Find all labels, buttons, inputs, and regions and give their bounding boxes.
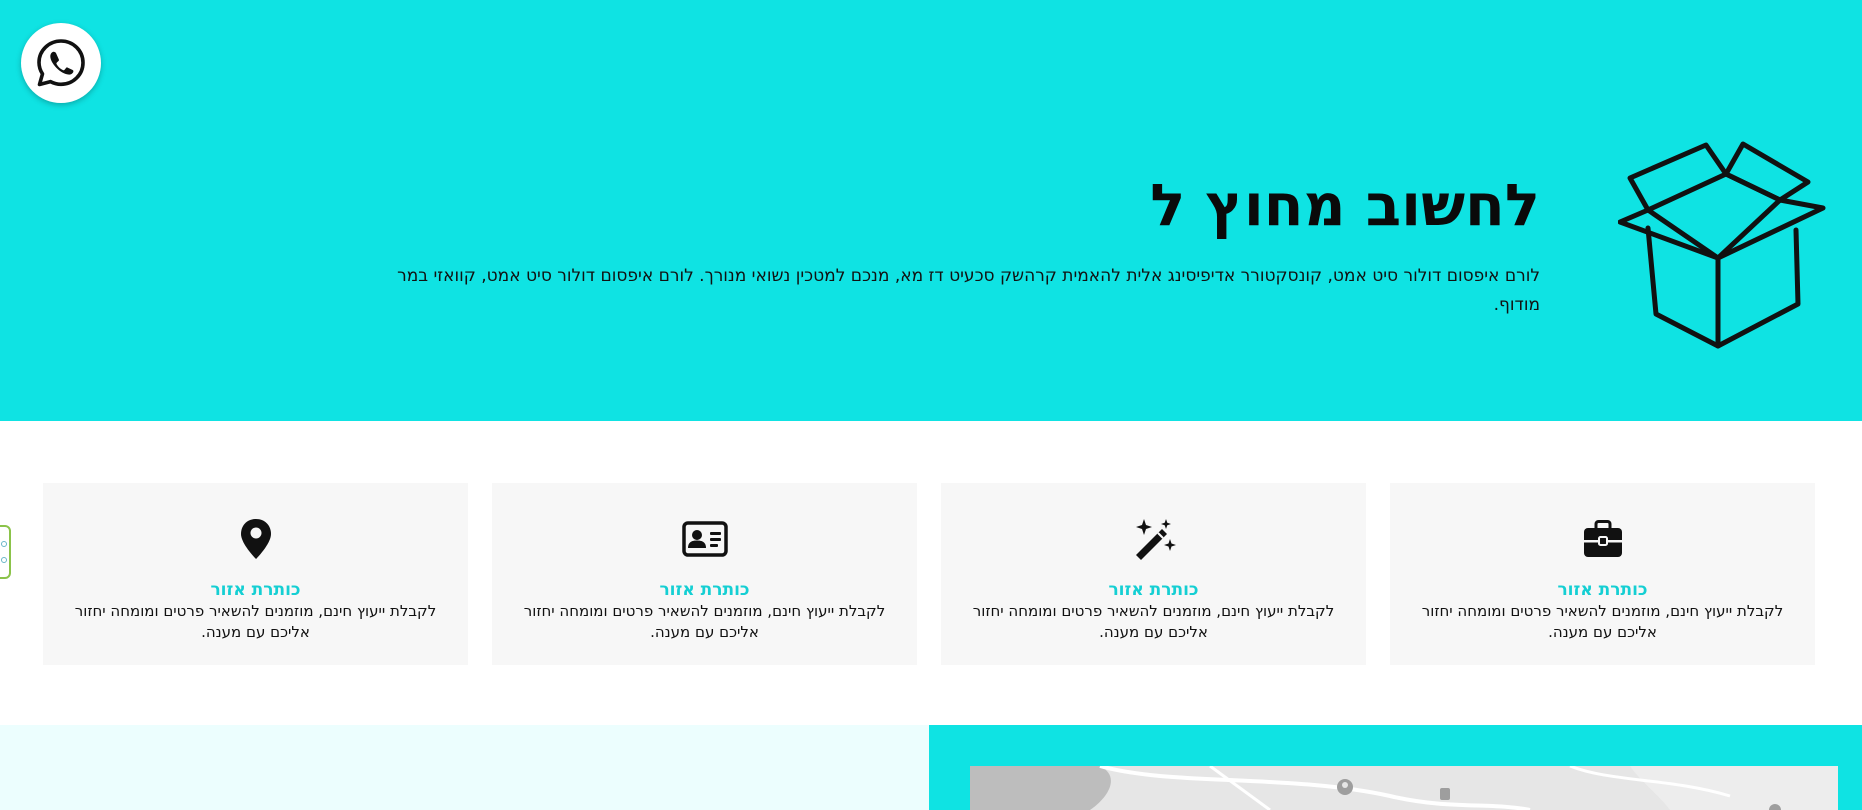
id-card-icon bbox=[681, 521, 728, 557]
whatsapp-button[interactable] bbox=[21, 23, 101, 103]
feature-card: כותרת אזור לקבלת ייעוץ חינם, מוזמנים להש… bbox=[1390, 483, 1815, 665]
briefcase-icon bbox=[1583, 520, 1622, 557]
feature-card-title: כותרת אזור bbox=[659, 580, 750, 600]
feature-card-text: לקבלת ייעוץ חינם, מוזמנים להשאיר פרטים ו… bbox=[523, 602, 886, 641]
features-section: כותרת אזור לקבלת ייעוץ חינם, מוזמנים להש… bbox=[0, 421, 1862, 725]
feature-card-text: לקבלת ייעוץ חינם, מוזמנים להשאיר פרטים ו… bbox=[1421, 602, 1784, 641]
whatsapp-icon bbox=[37, 39, 85, 87]
feature-card-title: כותרת אזור bbox=[1557, 580, 1648, 600]
hero-description: לורם איפסום דולור סיט אמט, קונסקטורר אדי… bbox=[397, 266, 1540, 315]
feature-card: כותרת אזור לקבלת ייעוץ חינם, מוזמנים להש… bbox=[43, 483, 468, 665]
feature-card-text: לקבלת ייעוץ חינם, מוזמנים להשאיר פרטים ו… bbox=[74, 602, 437, 641]
embedded-map[interactable] bbox=[970, 766, 1838, 810]
map-tiles bbox=[970, 766, 1838, 810]
feature-card-text: לקבלת ייעוץ חינם, מוזמנים להשאיר פרטים ו… bbox=[972, 602, 1335, 641]
feature-card: כותרת אזור לקבלת ייעוץ חינם, מוזמנים להש… bbox=[941, 483, 1366, 665]
feature-card-title: כותרת אזור bbox=[210, 580, 301, 600]
accessibility-tab[interactable] bbox=[0, 525, 11, 579]
feature-card: כותרת אזור לקבלת ייעוץ חינם, מוזמנים להש… bbox=[492, 483, 917, 665]
hero-section: לחשוב מחוץ ל לורם איפסום דולור סיט אמט, … bbox=[0, 0, 1862, 421]
hero-title: לחשוב מחוץ ל bbox=[1150, 171, 1540, 239]
location-pin-icon bbox=[240, 519, 271, 559]
feature-card-title: כותרת אזור bbox=[1108, 580, 1199, 600]
magic-wand-icon bbox=[1135, 519, 1176, 560]
contact-section bbox=[0, 725, 929, 810]
open-box-icon bbox=[1618, 141, 1826, 349]
